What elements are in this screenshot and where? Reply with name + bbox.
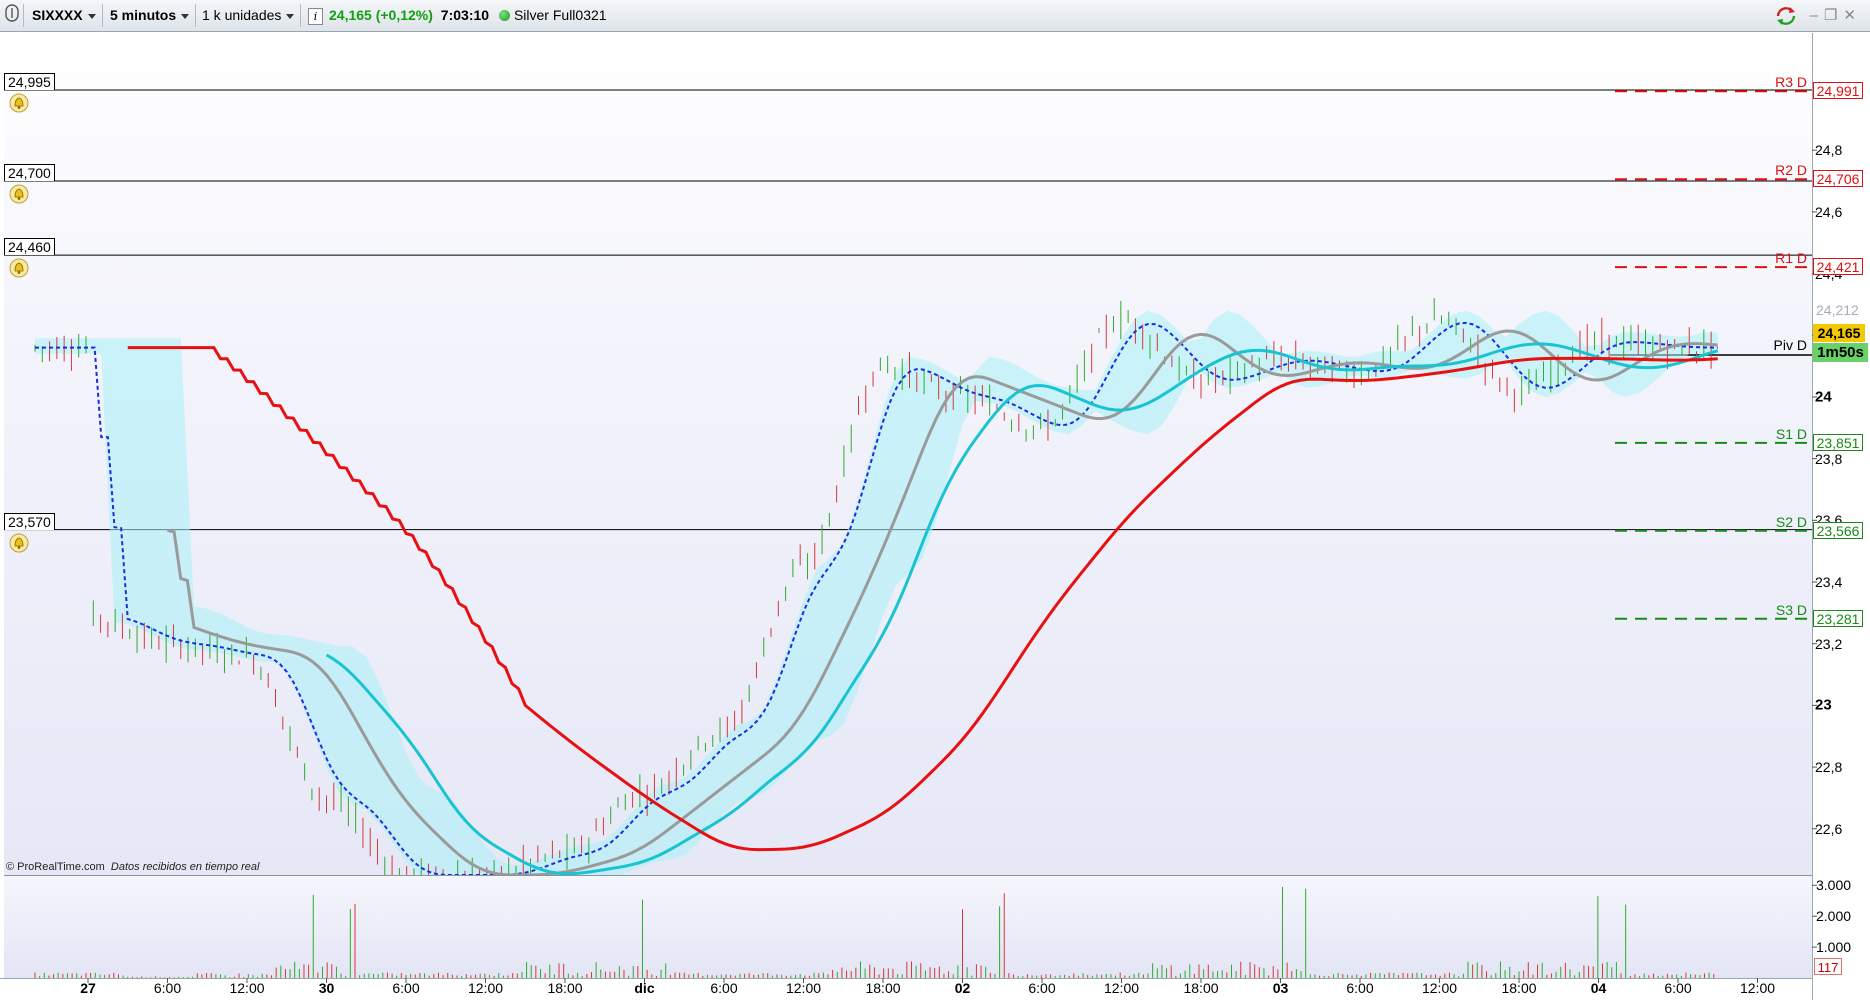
chart-plot bbox=[4, 89, 1817, 983]
time-axis-label: 12:00 bbox=[1103, 980, 1140, 996]
alert-line-label: 24,460 bbox=[4, 238, 55, 256]
time-axis-label: 6:00 bbox=[1346, 980, 1374, 996]
pivot-value-box: 24,421 bbox=[1813, 258, 1863, 276]
bell-icon[interactable] bbox=[9, 93, 29, 113]
current-volume-label: 117 bbox=[1814, 958, 1842, 975]
volume-axis-label: 3.000 bbox=[1816, 877, 1852, 894]
pivot-value-box: 24,991 bbox=[1813, 82, 1863, 100]
bar-timer: 1m50s bbox=[1813, 343, 1868, 362]
pivot-label: S1 D bbox=[1775, 425, 1807, 442]
alert-line-label: 23,570 bbox=[4, 512, 55, 530]
ghost-price-label: 24,212 bbox=[1816, 302, 1859, 318]
pivot-label: R3 D bbox=[1775, 74, 1807, 91]
time-axis-label: 18:00 bbox=[1183, 980, 1219, 996]
price-series-group bbox=[34, 298, 1719, 875]
time-axis-label: 27 bbox=[80, 980, 96, 996]
bell-icon[interactable] bbox=[9, 533, 29, 553]
price-axis-label: 23 bbox=[1815, 696, 1832, 714]
price-axis-label: 24,8 bbox=[1815, 142, 1843, 159]
volume-bars-group bbox=[34, 887, 1715, 978]
current-price-label: 24,165 bbox=[1813, 324, 1865, 342]
price-axis-label: 24 bbox=[1815, 388, 1832, 406]
pivot-value-box: 23,566 bbox=[1813, 521, 1863, 539]
time-axis-label: 18:00 bbox=[547, 980, 583, 996]
pivot-label: R2 D bbox=[1775, 162, 1807, 179]
indicator-cloud bbox=[35, 310, 1718, 875]
pivot-label: R1 D bbox=[1775, 250, 1807, 267]
volume-axis-label: 2.000 bbox=[1816, 908, 1852, 925]
time-axis-label: 02 bbox=[954, 980, 971, 996]
price-axis-label: 23,2 bbox=[1815, 635, 1843, 652]
pivot-label: S3 D bbox=[1775, 601, 1807, 618]
pivot-value-box: 24,706 bbox=[1813, 170, 1863, 188]
time-axis-label: 18:00 bbox=[865, 980, 901, 996]
copyright-note: © ProRealTime.com Datos recibidos en tie… bbox=[6, 861, 260, 873]
pivot-label: Piv D bbox=[1773, 336, 1807, 353]
time-axis-label: 12:00 bbox=[785, 980, 822, 996]
time-axis-label: 04 bbox=[1590, 980, 1607, 996]
time-axis-label: 6:00 bbox=[1028, 980, 1056, 996]
indicator-cyan-ma bbox=[325, 342, 1719, 875]
time-axis-label: dic bbox=[634, 980, 655, 996]
pivot-value-box: 23,281 bbox=[1813, 609, 1863, 627]
time-axis-label: 6:00 bbox=[1664, 980, 1692, 996]
time-axis-label: 6:00 bbox=[710, 980, 738, 996]
time-axis-label: 12:00 bbox=[1739, 980, 1776, 996]
bell-icon[interactable] bbox=[9, 258, 29, 278]
time-axis-label: 18:00 bbox=[1501, 980, 1537, 996]
pivot-label: S2 D bbox=[1775, 513, 1807, 530]
time-axis-label: 6:00 bbox=[153, 980, 182, 996]
price-axis-label: 22,6 bbox=[1815, 820, 1843, 837]
time-axis-label: 12:00 bbox=[1421, 980, 1458, 996]
pivot-value-box: 23,851 bbox=[1813, 433, 1863, 451]
bell-icon[interactable] bbox=[9, 184, 29, 204]
price-axis-label: 23,4 bbox=[1815, 573, 1843, 590]
time-axis-label: 6:00 bbox=[392, 980, 420, 996]
time-axis-label: 30 bbox=[318, 980, 335, 996]
price-axis-label: 22,8 bbox=[1815, 759, 1843, 776]
time-axis-label: 12:00 bbox=[229, 980, 265, 996]
alert-line-label: 24,995 bbox=[4, 73, 55, 91]
time-axis-label: 03 bbox=[1272, 980, 1289, 996]
volume-axis-label: 1.000 bbox=[1816, 939, 1852, 956]
alert-line-label: 24,700 bbox=[4, 164, 55, 182]
price-axis-label: 23,8 bbox=[1815, 450, 1843, 467]
price-axis-label: 24,6 bbox=[1815, 203, 1843, 220]
time-axis-label: 12:00 bbox=[467, 980, 504, 996]
